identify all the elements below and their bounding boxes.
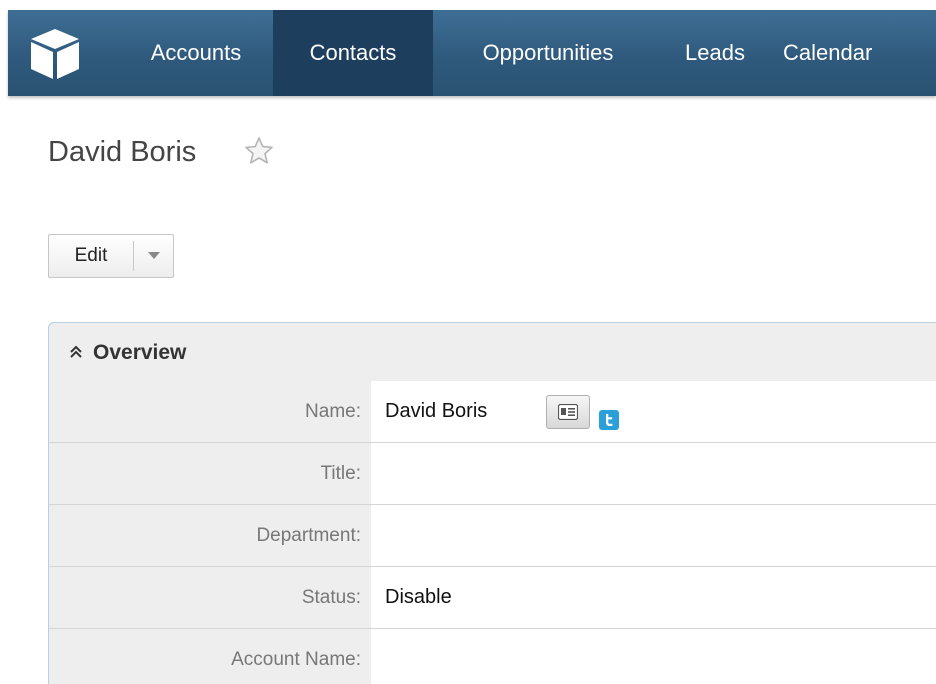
field-label: Account Name: — [231, 649, 361, 670]
overview-panel: Overview Name: David Boris Title: Depart… — [48, 322, 936, 684]
page: Accounts Contacts Opportunities Leads Ca… — [0, 0, 936, 684]
edit-button[interactable]: Edit — [49, 235, 133, 277]
actions-dropdown-button[interactable] — [134, 235, 174, 277]
page-title: David Boris — [48, 136, 197, 168]
field-row-account-name: Account Name: — [49, 629, 936, 684]
nav-tab-calendar[interactable]: Calendar — [783, 10, 936, 96]
field-row-department: Department: — [49, 505, 936, 567]
caret-down-icon — [148, 252, 160, 259]
edit-split-button: Edit — [48, 234, 174, 278]
field-row-status: Status: Disable — [49, 567, 936, 629]
field-label: Title: — [320, 463, 361, 484]
field-value-name: David Boris — [371, 381, 936, 442]
field-label: Department: — [256, 525, 361, 546]
vcard-icon — [558, 404, 578, 420]
field-row-title: Title: — [49, 443, 936, 505]
field-label: Name: — [305, 401, 361, 422]
overview-panel-header[interactable]: Overview — [49, 323, 936, 381]
cube-logo-icon[interactable] — [27, 25, 83, 81]
twitter-icon[interactable] — [599, 394, 619, 430]
contact-name-value: David Boris — [385, 400, 488, 422]
field-value-account-name — [371, 629, 936, 684]
field-value-department — [371, 505, 936, 566]
top-navbar: Accounts Contacts Opportunities Leads Ca… — [8, 10, 936, 96]
field-value-status: Disable — [371, 567, 936, 628]
nav-tab-leads[interactable]: Leads — [660, 10, 770, 96]
field-row-name: Name: David Boris — [49, 381, 936, 443]
double-chevron-up-icon — [70, 345, 82, 358]
vcard-button[interactable] — [546, 395, 590, 429]
nav-tab-accounts[interactable]: Accounts — [118, 10, 274, 96]
nav-tab-opportunities[interactable]: Opportunities — [438, 10, 658, 96]
field-label: Status: — [301, 587, 361, 608]
panel-title: Overview — [93, 341, 187, 364]
star-outline-icon[interactable] — [243, 135, 275, 167]
nav-tab-contacts[interactable]: Contacts — [273, 10, 433, 96]
field-value-title — [371, 443, 936, 504]
